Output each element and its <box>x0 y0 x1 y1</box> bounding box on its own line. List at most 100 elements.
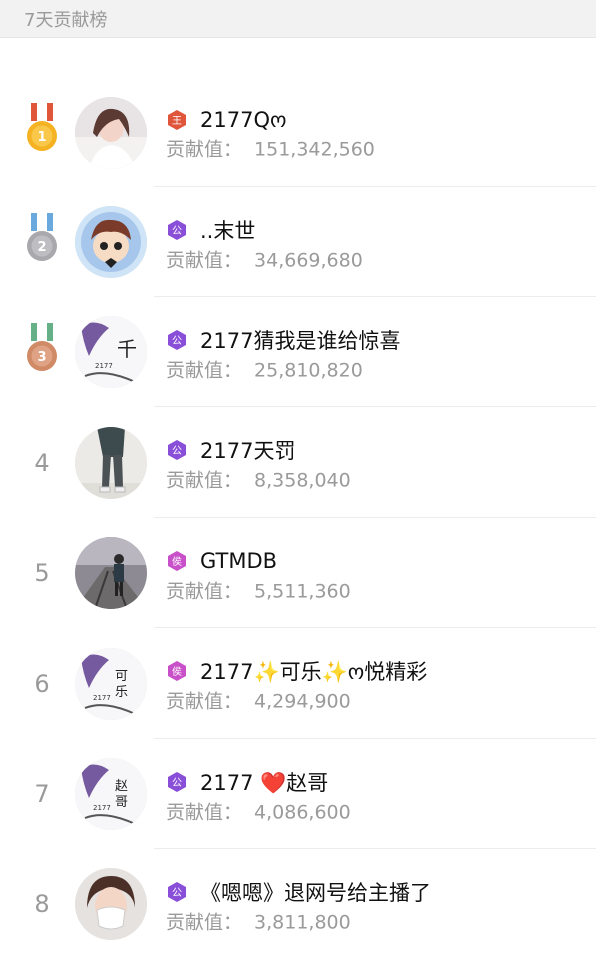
duke-badge-icon: 公 <box>168 440 186 460</box>
duke-badge-icon: 公 <box>168 330 186 350</box>
ranking-row[interactable]: 4 公 2177天罚 贡献值： 8,358,040 <box>0 407 596 518</box>
marquis-badge-icon: 侯 <box>168 661 186 681</box>
contribution-value: 8,358,040 <box>254 469 351 492</box>
contribution-value: 25,810,820 <box>254 359 363 382</box>
rank-indicator: 2 <box>18 187 66 297</box>
user-name[interactable]: GTMDB <box>200 549 277 573</box>
avatar[interactable]: 千 2177 <box>75 316 147 388</box>
contribution-line: 贡献值： 151,342,560 <box>166 135 375 162</box>
rank-badge: 公 <box>166 771 188 793</box>
contribution-value: 4,294,900 <box>254 690 351 713</box>
rank-badge: 公 <box>166 329 188 351</box>
avatar[interactable]: 赵 哥 2177 <box>75 758 147 830</box>
user-name[interactable]: 2177天罚 <box>200 435 295 465</box>
rank-number: 4 <box>34 448 50 477</box>
ranking-row[interactable]: 2 公 ..末世 贡献值： 34,669,680 <box>0 187 596 297</box>
rank-badge: 王 <box>166 109 188 131</box>
user-name-line: 公 ..末世 <box>166 215 255 245</box>
ranking-row[interactable]: 7 赵 哥 2177 公 2177 ❤️赵哥 贡献值： 4,086,600 <box>0 739 596 849</box>
avatar-woman-mask-icon <box>75 868 147 940</box>
svg-text:乐: 乐 <box>115 685 128 700</box>
rank-badge: 公 <box>166 439 188 461</box>
contribution-label: 贡献值： <box>166 801 243 824</box>
contribution-label: 贡献值： <box>166 469 243 492</box>
contribution-value: 151,342,560 <box>254 138 375 161</box>
rank-number: 5 <box>34 559 50 587</box>
page-title: 7天贡献榜 <box>24 9 108 31</box>
contribution-value: 3,811,800 <box>254 911 351 934</box>
contribution-label: 贡献值： <box>166 359 243 382</box>
svg-text:2177: 2177 <box>95 362 113 370</box>
rank-indicator: 7 <box>18 739 66 849</box>
svg-text:2177: 2177 <box>93 694 111 702</box>
rank-indicator: 4 <box>18 407 66 518</box>
svg-text:公: 公 <box>172 778 182 789</box>
contribution-line: 贡献值： 25,810,820 <box>166 356 363 383</box>
duke-badge-icon: 公 <box>168 882 186 902</box>
contribution-label: 贡献值： <box>166 249 243 272</box>
svg-text:哥: 哥 <box>115 795 128 810</box>
rank-indicator: 1 <box>18 76 66 187</box>
contribution-line: 贡献值： 4,294,900 <box>166 687 351 714</box>
user-name-line: 侯 2177✨可乐✨ო悦精彩 <box>166 656 427 686</box>
svg-text:2177: 2177 <box>93 804 111 812</box>
user-name-line: 公 2177猜我是谁给惊喜 <box>166 325 400 355</box>
avatar[interactable] <box>75 868 147 940</box>
svg-text:公: 公 <box>172 888 182 899</box>
avatar-person-railway-icon <box>75 537 147 609</box>
rank-number: 8 <box>34 890 50 918</box>
user-name[interactable]: 2177✨可乐✨ო悦精彩 <box>200 656 427 686</box>
avatar[interactable] <box>75 427 147 499</box>
avatar-ink-calligraphy-icon: 千 2177 <box>75 316 147 388</box>
user-name[interactable]: 2177 ❤️赵哥 <box>200 767 328 797</box>
contribution-line: 贡献值： 34,669,680 <box>166 246 363 273</box>
svg-text:3: 3 <box>37 350 46 365</box>
svg-text:公: 公 <box>172 446 182 457</box>
user-name-line: 公 2177 ❤️赵哥 <box>166 767 328 797</box>
page-header: 7天贡献榜 <box>0 0 596 38</box>
rank-badge: 侯 <box>166 660 188 682</box>
svg-text:公: 公 <box>172 226 182 237</box>
avatar-woman-photo-icon <box>75 97 147 169</box>
user-name-line: 公 《嗯嗯》退网号给主播了 <box>166 877 431 907</box>
rank-number: 6 <box>34 669 50 698</box>
avatar-ink-calligraphy-icon: 可 乐 2177 <box>75 648 147 720</box>
rank-number: 7 <box>34 780 50 808</box>
user-name[interactable]: ..末世 <box>200 215 255 245</box>
ranking-row[interactable]: 3 千 2177 公 2177猜我是谁给惊喜 贡献值： 25,810,820 <box>0 297 596 407</box>
user-name[interactable]: 2177Qო <box>200 108 286 132</box>
contribution-value: 5,511,360 <box>254 580 351 603</box>
avatar[interactable] <box>75 97 147 169</box>
king-badge-icon: 王 <box>168 110 186 130</box>
svg-text:千: 千 <box>117 337 137 361</box>
contribution-line: 贡献值： 5,511,360 <box>166 577 351 604</box>
contribution-line: 贡献值： 8,358,040 <box>166 466 351 493</box>
duke-badge-icon: 公 <box>168 772 186 792</box>
user-name-line: 王 2177Qო <box>166 108 286 132</box>
avatar-ink-calligraphy-icon: 赵 哥 2177 <box>75 758 147 830</box>
contribution-label: 贡献值： <box>166 911 243 934</box>
svg-text:侯: 侯 <box>172 665 182 678</box>
ranking-row[interactable]: 6 可 乐 2177 侯 2177✨可乐✨ო悦精彩 贡献值： 4,294,900 <box>0 628 596 739</box>
svg-text:王: 王 <box>172 116 182 127</box>
duke-badge-icon: 公 <box>168 220 186 240</box>
rank-badge: 公 <box>166 219 188 241</box>
ranking-row[interactable]: 8 公 《嗯嗯》退网号给主播了 贡献值： 3,811,800 <box>0 849 596 940</box>
user-name[interactable]: 《嗯嗯》退网号给主播了 <box>200 877 431 907</box>
rank-indicator: 8 <box>18 849 66 959</box>
avatar[interactable] <box>75 206 147 278</box>
silver-medal-icon: 2 <box>27 213 57 261</box>
svg-text:赵: 赵 <box>115 779 128 794</box>
user-name-line: 公 2177天罚 <box>166 435 295 465</box>
svg-text:侯: 侯 <box>172 555 182 568</box>
svg-text:1: 1 <box>37 130 46 145</box>
avatar[interactable]: 可 乐 2177 <box>75 648 147 720</box>
ranking-row[interactable]: 5 侯 GTMDB 贡献值： 5,511,360 <box>0 518 596 628</box>
avatar[interactable] <box>75 537 147 609</box>
user-name[interactable]: 2177猜我是谁给惊喜 <box>200 325 400 355</box>
ranking-row[interactable]: 1 王 2177Qო 贡献值： 151,342,560 <box>0 76 596 187</box>
rank-indicator: 3 <box>18 297 66 407</box>
contribution-line: 贡献值： 3,811,800 <box>166 908 351 935</box>
svg-text:可: 可 <box>115 669 128 684</box>
contribution-label: 贡献值： <box>166 580 243 603</box>
